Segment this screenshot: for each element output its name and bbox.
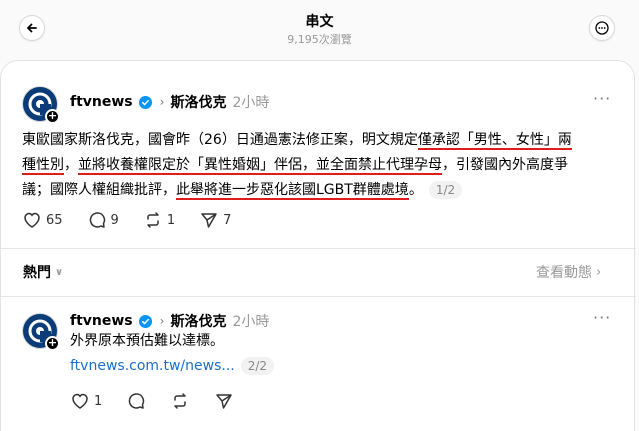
underlined-text: 種性別 — [22, 157, 64, 175]
like-button[interactable]: 1 — [70, 391, 102, 411]
avatar[interactable]: + — [22, 313, 60, 351]
chevron-right-icon: › — [596, 264, 602, 280]
page-title: 串文 — [305, 14, 334, 30]
post-link[interactable]: ftvnews.com.tw/news... — [70, 358, 235, 374]
follow-plus-icon[interactable]: + — [45, 109, 60, 124]
repost-icon — [174, 393, 187, 409]
post-more-icon[interactable]: ··· — [593, 89, 611, 108]
thread-card: + ftvnews › 斯洛伐克 2小時 ··· 東歐國家斯洛伐克，國會昨（26… — [0, 60, 636, 431]
repost-button[interactable]: 1 — [143, 210, 175, 230]
underlined-text: 此舉將進一步惡化該國LGBT群體處境 — [176, 182, 409, 200]
repost-button[interactable] — [170, 391, 190, 411]
comment-icon — [89, 212, 105, 228]
heart-icon — [72, 393, 88, 409]
topic-tag[interactable]: 斯洛伐克 — [170, 311, 226, 331]
more-button[interactable] — [589, 15, 615, 41]
share-button[interactable]: 7 — [199, 210, 231, 230]
underlined-text: 僅承認「男性、女性」兩 — [417, 132, 572, 150]
like-count: 1 — [94, 393, 103, 409]
post-text: 東歐國家斯洛伐克，國會昨（26）日通過憲法修正案，明文規定 — [22, 132, 418, 148]
chevron-right-icon: › — [159, 95, 165, 109]
post2-actions: 1 — [70, 391, 258, 411]
divider — [1, 296, 636, 297]
post2-body: 外界原本預估難以達標。 ftvnews.com.tw/news... 2/2 — [70, 329, 610, 379]
sort-label: 熱門 — [23, 265, 51, 281]
post-text: ，引發國內外高度爭 — [442, 157, 568, 173]
post-time: 2小時 — [232, 314, 270, 330]
underlined-text: 並將收養權限定於「異性婚姻」伴侶，並全面禁止代理孕母 — [78, 157, 442, 175]
repost-count: 1 — [166, 212, 176, 228]
share-button[interactable] — [214, 391, 234, 411]
post-text: 外界原本預估難以達標。 — [70, 333, 224, 349]
divider — [1, 248, 636, 249]
send-icon — [216, 394, 233, 409]
page-indicator: 2/2 — [240, 357, 275, 375]
username[interactable]: ftvnews — [70, 313, 133, 329]
verified-badge-icon — [138, 314, 152, 328]
verified-badge-icon — [138, 95, 152, 109]
sort-dropdown[interactable]: 熱門 ∨ — [23, 262, 63, 282]
chevron-down-icon: ∨ — [55, 266, 64, 278]
comment-button[interactable] — [126, 391, 146, 411]
view-activity-link[interactable]: 查看動態 › — [536, 262, 601, 282]
view-count: 9,195次瀏覽 — [287, 33, 352, 46]
post-text: 議；國際人權組織批評， — [22, 182, 176, 198]
activity-label: 查看動態 — [536, 265, 592, 281]
follow-plus-icon[interactable]: + — [45, 336, 60, 351]
post-text: 。 — [408, 182, 423, 198]
share-count: 7 — [223, 212, 232, 228]
post1-header: ftvnews › 斯洛伐克 2小時 — [70, 92, 269, 112]
topic-tag[interactable]: 斯洛伐克 — [170, 92, 226, 112]
post2-header: ftvnews › 斯洛伐克 2小時 — [70, 311, 269, 331]
like-count: 65 — [46, 212, 63, 228]
more-dots-icon — [595, 21, 609, 35]
page-indicator: 1/2 — [428, 181, 463, 199]
heart-icon — [24, 212, 40, 228]
username[interactable]: ftvnews — [70, 94, 133, 110]
post-text: ， — [64, 157, 78, 173]
avatar[interactable]: + — [22, 86, 60, 124]
post-more-icon[interactable]: ··· — [593, 308, 611, 327]
post1-body: 東歐國家斯洛伐克，國會昨（26）日通過憲法修正案，明文規定僅承認「男性、女性」兩… — [22, 128, 622, 203]
post1-actions: 65 9 1 7 — [22, 210, 255, 230]
repost-icon — [147, 212, 159, 228]
top-bar: 串文 9,195次瀏覽 — [0, 0, 639, 60]
like-button[interactable]: 65 — [22, 210, 63, 230]
comment-icon — [129, 393, 145, 409]
post-time: 2小時 — [232, 95, 270, 111]
comment-button[interactable]: 9 — [87, 210, 119, 230]
send-icon — [201, 213, 217, 228]
chevron-right-icon: › — [159, 314, 165, 328]
comment-count: 9 — [110, 212, 119, 228]
